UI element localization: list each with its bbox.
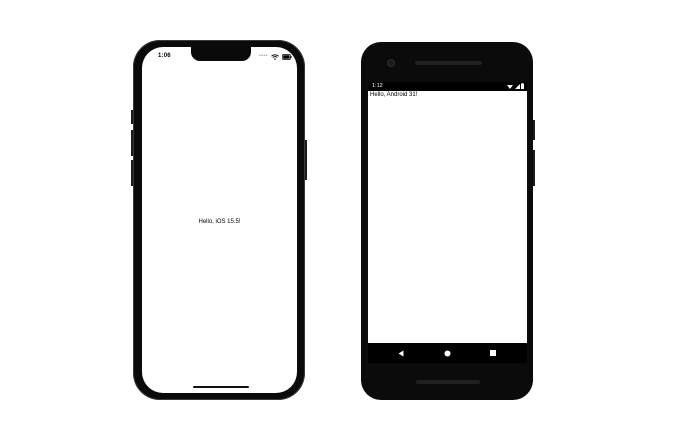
iphone-volume-up-button [131, 130, 133, 156]
iphone-power-button [305, 140, 307, 180]
home-icon [444, 350, 450, 356]
front-camera-icon [388, 60, 394, 66]
back-button[interactable] [391, 343, 411, 363]
recents-icon [490, 350, 496, 356]
android-power-button [533, 120, 535, 140]
android-status-bar: 1:12 [368, 82, 527, 91]
wifi-icon [507, 84, 513, 89]
iphone-side-button [131, 110, 133, 124]
android-navigation-bar [368, 343, 527, 363]
bottom-speaker-grille [416, 380, 480, 384]
android-screen[interactable] [368, 91, 527, 343]
top-speaker-grille [415, 61, 482, 65]
recents-button[interactable] [483, 343, 503, 363]
iphone-notch [191, 47, 251, 61]
battery-icon [521, 83, 524, 89]
signal-dots-icon: •••• [259, 53, 269, 59]
android-status-time: 1:12 [372, 83, 383, 89]
wifi-icon [271, 53, 279, 60]
android-volume-button [533, 150, 535, 186]
android-status-icons [507, 83, 524, 89]
cellular-icon [514, 83, 520, 89]
ios-status-icons: •••• [259, 53, 295, 60]
back-icon [398, 350, 404, 356]
iphone-volume-down-button [131, 160, 133, 186]
android-greeting-label: Hello, Android 31! [370, 92, 418, 98]
home-button[interactable] [437, 343, 457, 363]
battery-icon [282, 53, 292, 60]
ios-status-time: 1:06 [158, 53, 171, 59]
ios-home-indicator[interactable] [193, 386, 249, 388]
ios-greeting-label: Hello, iOS 15.5! [198, 219, 241, 225]
